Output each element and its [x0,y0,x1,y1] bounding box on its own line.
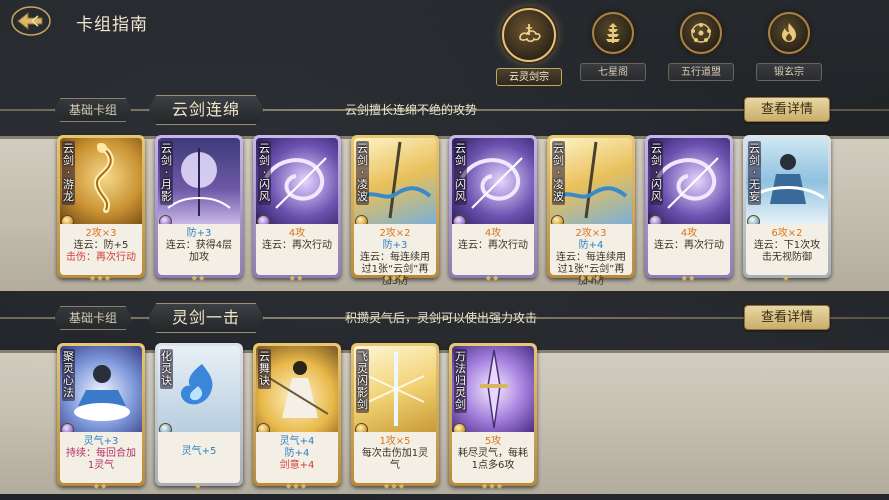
card-line: 连云：再次行动 [654,240,724,251]
card[interactable]: 化灵诀 灵气+5 ◆ [155,343,243,490]
card-name: 云剑·游龙 [62,141,75,205]
card-line: 连云：再次行动 [262,240,332,251]
card-line: 持续：每回合加1灵气 [66,448,136,471]
deck-name: 云剑连绵 [148,95,264,125]
card-line: 4攻 [484,228,502,239]
sect-tab-seven-star[interactable]: 七星阁 [578,8,648,84]
card[interactable]: 云剑·凌波 2攻×3 防+4 连云：每连续用过1张“云剑”再加4防 ◆◆◆ [547,135,635,287]
forge-flame-icon [782,23,796,42]
card-text: 6攻×2 连云：下1次攻击无视防御 [746,224,828,275]
card-name: 云剑·凌波 [552,141,565,205]
sect-tab-forge[interactable]: 锻玄宗 [754,8,824,84]
card-line: 2攻×3 [575,228,607,239]
sect-label: 七星阁 [580,63,646,81]
cloud-sword-icon [519,24,541,43]
card-line: 4攻 [680,228,698,239]
card-line: 2攻×2 [379,228,411,239]
card[interactable]: 云剑·闪风 4攻 连云：再次行动 ◆◆ [645,135,733,282]
card-line: 连云：获得4层加攻 [165,240,233,263]
card-line: 防+4 [284,448,310,459]
card[interactable]: 万法归灵剑 5攻 耗尽灵气，每耗1点多6攻 ◆◆◆ [449,343,537,490]
card-line: 灵气+5 [181,446,217,457]
card-line: 4攻 [288,228,306,239]
card-text: 2攻×3 防+4 连云：每连续用过1张“云剑”再加4防 [550,224,632,287]
card-line: 连云：下1次攻击无视防御 [753,240,821,263]
card-line: 防+4 [578,240,604,251]
card[interactable]: 聚灵心法 灵气+3 持续：每回合加1灵气 ◆◆ [57,343,145,490]
card[interactable]: 云剑·闪风 4攻 连云：再次行动 ◆◆ [253,135,341,282]
card-text: 灵气+4 防+4 剑意+4 [256,432,338,483]
card-line: 灵气+3 [83,436,119,447]
card-name: 云剑·无妄 [748,141,761,205]
card-text: 1攻×5 每次击伤加1灵气 [354,432,436,483]
card-line: 每次击伤加1灵气 [361,448,429,471]
page-title: 卡组指南 [76,15,148,35]
card[interactable]: 云剑·闪风 4攻 连云：再次行动 ◆◆ [449,135,537,282]
card[interactable]: 云剑·游龙 2攻×3 连云：防+5 击伤：再次行动 ◆◆◆ [57,135,145,282]
card-text: 4攻 连云：再次行动 [648,224,730,275]
card-text: 灵气+5 [158,432,240,483]
card-line: 连云：每连续用过1张“云剑”再加3防 [360,252,430,287]
card-name: 云剑·闪风 [650,141,663,205]
card-line: 5攻 [484,436,502,447]
deck-description: 积攒灵气后，灵剑可以使出强力攻击 [345,311,538,325]
card-line: 连云：防+5 [73,240,129,251]
sect-label: 五行道盟 [668,63,734,81]
card-line: 击伤：再次行动 [66,252,136,263]
card-line: 耗尽灵气，每耗1点多6攻 [458,448,528,471]
card-text: 2攻×3 连云：防+5 击伤：再次行动 [60,224,142,275]
card[interactable]: 飞灵闪影剑 1攻×5 每次击伤加1灵气 ◆◆◆ [351,343,439,490]
card-text: 4攻 连云：再次行动 [256,224,338,275]
deck-description: 云剑擅长连绵不绝的攻势 [345,103,478,117]
pagoda-icon [606,23,620,43]
sect-label: 锻玄宗 [756,63,822,81]
back-arrow-icon [11,6,51,36]
card-name: 飞灵闪影剑 [356,349,369,413]
card-line: 防+3 [186,228,212,239]
card-text: 防+3 连云：获得4层加攻 [158,224,240,275]
card-line: 连云：再次行动 [458,240,528,251]
sect-tab-cloud-sword[interactable]: 云灵剑宗 [494,8,564,86]
view-details-button[interactable]: 查看详情 [744,97,830,122]
card-name: 云剑·闪风 [258,141,271,205]
card-line: 剑意+4 [279,460,315,471]
card-line: 2攻×3 [85,228,117,239]
card-text: 2攻×2 防+3 连云：每连续用过1张“云剑”再加3防 [354,224,436,287]
card[interactable]: 云剑·凌波 2攻×2 防+3 连云：每连续用过1张“云剑”再加3防 ◆◆◆ [351,135,439,287]
deck-name: 灵剑一击 [148,303,264,333]
card-name: 云剑·月影 [160,141,173,205]
card-line: 1攻×5 [379,436,411,447]
card-text: 灵气+3 持续：每回合加1灵气 [60,432,142,483]
card-name: 云舞诀 [258,349,271,389]
card[interactable]: 云剑·月影 防+3 连云：获得4层加攻 ◆◆ [155,135,243,282]
card-name: 云剑·凌波 [356,141,369,205]
card-name: 云剑·闪风 [454,141,467,205]
deck-tag: 基础卡组 [54,306,132,330]
deck-header: 基础卡组 灵剑一击 积攒灵气后，灵剑可以使出强力攻击 查看详情 [0,303,889,333]
deck-tag: 基础卡组 [54,98,132,122]
five-elements-icon [691,23,711,43]
card-name: 万法归灵剑 [454,349,467,413]
sect-selector: 云灵剑宗 七星阁 五行道盟 锻玄宗 [494,8,824,86]
card-line: 灵气+4 [279,436,315,447]
card-line: 防+3 [382,240,408,251]
card-text: 4攻 连云：再次行动 [452,224,534,275]
card-line: 6攻×2 [771,228,803,239]
view-details-button[interactable]: 查看详情 [744,305,830,330]
sect-tab-five-elements[interactable]: 五行道盟 [666,8,736,84]
card[interactable]: 云舞诀 灵气+4 防+4 剑意+4 ◆◆◆ [253,343,341,490]
card[interactable]: 云剑·无妄 6攻×2 连云：下1次攻击无视防御 ◆ [743,135,831,282]
card-line: 连云：每连续用过1张“云剑”再加4防 [556,252,626,287]
deck-header: 基础卡组 云剑连绵 云剑擅长连绵不绝的攻势 查看详情 [0,95,889,125]
card-name: 聚灵心法 [62,349,75,401]
card-text: 5攻 耗尽灵气，每耗1点多6攻 [452,432,534,483]
sect-label: 云灵剑宗 [496,68,562,86]
back-button[interactable] [10,4,52,38]
card-name: 化灵诀 [160,349,173,389]
